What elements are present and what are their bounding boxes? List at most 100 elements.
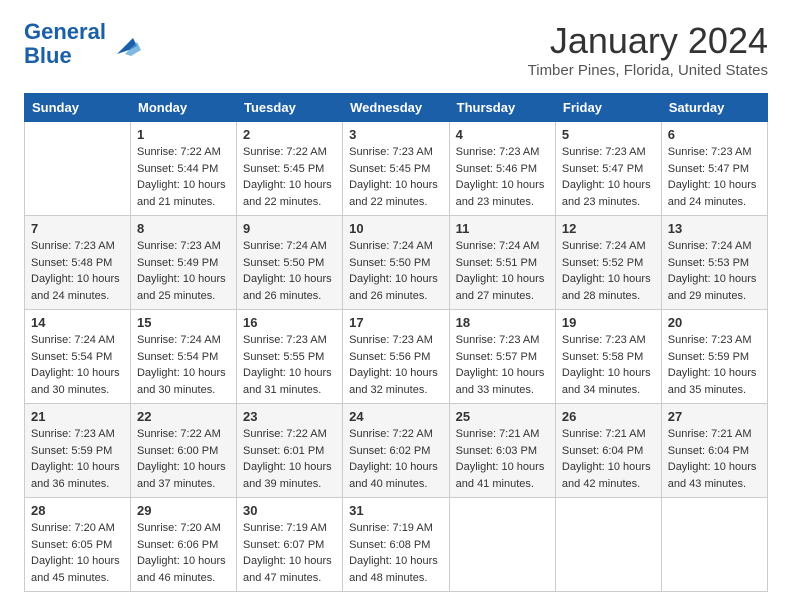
day-cell: 27 Sunrise: 7:21 AMSunset: 6:04 PMDayligh… [661, 404, 767, 498]
day-cell: 11 Sunrise: 7:24 AMSunset: 5:51 PMDayligh… [449, 216, 555, 310]
day-info: Sunrise: 7:22 AMSunset: 6:01 PMDaylight:… [243, 426, 336, 492]
day-number: 20 [668, 315, 761, 330]
day-info: Sunrise: 7:23 AMSunset: 5:47 PMDaylight:… [562, 144, 655, 210]
day-cell: 9 Sunrise: 7:24 AMSunset: 5:50 PMDaylight… [237, 216, 343, 310]
day-number: 8 [137, 221, 230, 236]
day-cell: 24 Sunrise: 7:22 AMSunset: 6:02 PMDayligh… [343, 404, 450, 498]
weekday-tuesday: Tuesday [237, 94, 343, 122]
day-info: Sunrise: 7:22 AMSunset: 6:02 PMDaylight:… [349, 426, 443, 492]
day-number: 5 [562, 127, 655, 142]
day-number: 27 [668, 409, 761, 424]
day-number: 3 [349, 127, 443, 142]
day-info: Sunrise: 7:24 AMSunset: 5:54 PMDaylight:… [31, 332, 124, 398]
day-cell: 15 Sunrise: 7:24 AMSunset: 5:54 PMDayligh… [130, 310, 236, 404]
day-info: Sunrise: 7:24 AMSunset: 5:51 PMDaylight:… [456, 238, 549, 304]
day-number: 25 [456, 409, 549, 424]
day-cell: 26 Sunrise: 7:21 AMSunset: 6:04 PMDayligh… [555, 404, 661, 498]
logo-text: GeneralBlue [24, 20, 106, 68]
day-cell [449, 498, 555, 592]
day-info: Sunrise: 7:22 AMSunset: 6:00 PMDaylight:… [137, 426, 230, 492]
day-info: Sunrise: 7:22 AMSunset: 5:44 PMDaylight:… [137, 144, 230, 210]
day-info: Sunrise: 7:21 AMSunset: 6:04 PMDaylight:… [668, 426, 761, 492]
day-cell [661, 498, 767, 592]
week-row-2: 7 Sunrise: 7:23 AMSunset: 5:48 PMDaylight… [25, 216, 768, 310]
day-cell: 10 Sunrise: 7:24 AMSunset: 5:50 PMDayligh… [343, 216, 450, 310]
day-number: 29 [137, 503, 230, 518]
day-cell: 8 Sunrise: 7:23 AMSunset: 5:49 PMDaylight… [130, 216, 236, 310]
day-number: 26 [562, 409, 655, 424]
day-number: 15 [137, 315, 230, 330]
day-info: Sunrise: 7:23 AMSunset: 5:57 PMDaylight:… [456, 332, 549, 398]
day-cell: 13 Sunrise: 7:24 AMSunset: 5:53 PMDayligh… [661, 216, 767, 310]
day-cell: 18 Sunrise: 7:23 AMSunset: 5:57 PMDayligh… [449, 310, 555, 404]
day-number: 2 [243, 127, 336, 142]
day-info: Sunrise: 7:23 AMSunset: 5:46 PMDaylight:… [456, 144, 549, 210]
calendar-table: SundayMondayTuesdayWednesdayThursdayFrid… [24, 93, 768, 592]
day-cell: 1 Sunrise: 7:22 AMSunset: 5:44 PMDaylight… [130, 122, 236, 216]
day-cell [25, 122, 131, 216]
day-cell: 5 Sunrise: 7:23 AMSunset: 5:47 PMDaylight… [555, 122, 661, 216]
day-number: 13 [668, 221, 761, 236]
day-cell: 31Sunrise: 7:19 AMSunset: 6:08 PMDayligh… [343, 498, 450, 592]
logo-icon [109, 30, 141, 58]
day-info: Sunrise: 7:21 AMSunset: 6:03 PMDaylight:… [456, 426, 549, 492]
day-cell: 14 Sunrise: 7:24 AMSunset: 5:54 PMDayligh… [25, 310, 131, 404]
day-info: Sunrise: 7:21 AMSunset: 6:04 PMDaylight:… [562, 426, 655, 492]
day-cell: 4Sunrise: 7:23 AMSunset: 5:46 PMDaylight… [449, 122, 555, 216]
day-cell: 6Sunrise: 7:23 AMSunset: 5:47 PMDaylight… [661, 122, 767, 216]
day-cell: 12Sunrise: 7:24 AMSunset: 5:52 PMDayligh… [555, 216, 661, 310]
day-number: 21 [31, 409, 124, 424]
day-number: 24 [349, 409, 443, 424]
week-row-1: 1 Sunrise: 7:22 AMSunset: 5:44 PMDaylight… [25, 122, 768, 216]
day-info: Sunrise: 7:23 AMSunset: 5:56 PMDaylight:… [349, 332, 443, 398]
day-number: 16 [243, 315, 336, 330]
day-info: Sunrise: 7:24 AMSunset: 5:50 PMDaylight:… [243, 238, 336, 304]
day-info: Sunrise: 7:23 AMSunset: 5:59 PMDaylight:… [31, 426, 124, 492]
page-header: GeneralBlue January 2024 Timber Pines, F… [24, 20, 768, 79]
day-cell: 25 Sunrise: 7:21 AMSunset: 6:03 PMDayligh… [449, 404, 555, 498]
day-info: Sunrise: 7:19 AMSunset: 6:08 PMDaylight:… [349, 520, 443, 586]
day-number: 1 [137, 127, 230, 142]
day-cell: 3 Sunrise: 7:23 AMSunset: 5:45 PMDaylight… [343, 122, 450, 216]
day-cell: 17 Sunrise: 7:23 AMSunset: 5:56 PMDayligh… [343, 310, 450, 404]
day-cell: 21 Sunrise: 7:23 AMSunset: 5:59 PMDayligh… [25, 404, 131, 498]
day-number: 14 [31, 315, 124, 330]
day-number: 10 [349, 221, 443, 236]
day-cell: 29 Sunrise: 7:20 AMSunset: 6:06 PMDayligh… [130, 498, 236, 592]
day-cell: 28Sunrise: 7:20 AMSunset: 6:05 PMDayligh… [25, 498, 131, 592]
day-number: 9 [243, 221, 336, 236]
day-number: 17 [349, 315, 443, 330]
day-number: 18 [456, 315, 549, 330]
day-cell: 16Sunrise: 7:23 AMSunset: 5:55 PMDayligh… [237, 310, 343, 404]
weekday-wednesday: Wednesday [343, 94, 450, 122]
day-info: Sunrise: 7:23 AMSunset: 5:58 PMDaylight:… [562, 332, 655, 398]
day-cell: 22 Sunrise: 7:22 AMSunset: 6:00 PMDayligh… [130, 404, 236, 498]
weekday-friday: Friday [555, 94, 661, 122]
day-info: Sunrise: 7:20 AMSunset: 6:06 PMDaylight:… [137, 520, 230, 586]
weekday-thursday: Thursday [449, 94, 555, 122]
day-number: 11 [456, 221, 549, 236]
day-info: Sunrise: 7:24 AMSunset: 5:54 PMDaylight:… [137, 332, 230, 398]
month-title: January 2024 [528, 20, 768, 62]
day-number: 22 [137, 409, 230, 424]
day-number: 23 [243, 409, 336, 424]
day-info: Sunrise: 7:22 AMSunset: 5:45 PMDaylight:… [243, 144, 336, 210]
day-info: Sunrise: 7:23 AMSunset: 5:48 PMDaylight:… [31, 238, 124, 304]
day-cell: 30 Sunrise: 7:19 AMSunset: 6:07 PMDayligh… [237, 498, 343, 592]
day-cell: 20Sunrise: 7:23 AMSunset: 5:59 PMDayligh… [661, 310, 767, 404]
day-number: 30 [243, 503, 336, 518]
day-info: Sunrise: 7:19 AMSunset: 6:07 PMDaylight:… [243, 520, 336, 586]
day-cell: 7 Sunrise: 7:23 AMSunset: 5:48 PMDaylight… [25, 216, 131, 310]
day-number: 6 [668, 127, 761, 142]
day-number: 7 [31, 221, 124, 236]
day-info: Sunrise: 7:23 AMSunset: 5:49 PMDaylight:… [137, 238, 230, 304]
day-cell [555, 498, 661, 592]
day-number: 12 [562, 221, 655, 236]
weekday-saturday: Saturday [661, 94, 767, 122]
day-cell: 2 Sunrise: 7:22 AMSunset: 5:45 PMDaylight… [237, 122, 343, 216]
day-info: Sunrise: 7:23 AMSunset: 5:45 PMDaylight:… [349, 144, 443, 210]
day-number: 19 [562, 315, 655, 330]
day-info: Sunrise: 7:24 AMSunset: 5:53 PMDaylight:… [668, 238, 761, 304]
week-row-5: 28Sunrise: 7:20 AMSunset: 6:05 PMDayligh… [25, 498, 768, 592]
day-info: Sunrise: 7:24 AMSunset: 5:50 PMDaylight:… [349, 238, 443, 304]
